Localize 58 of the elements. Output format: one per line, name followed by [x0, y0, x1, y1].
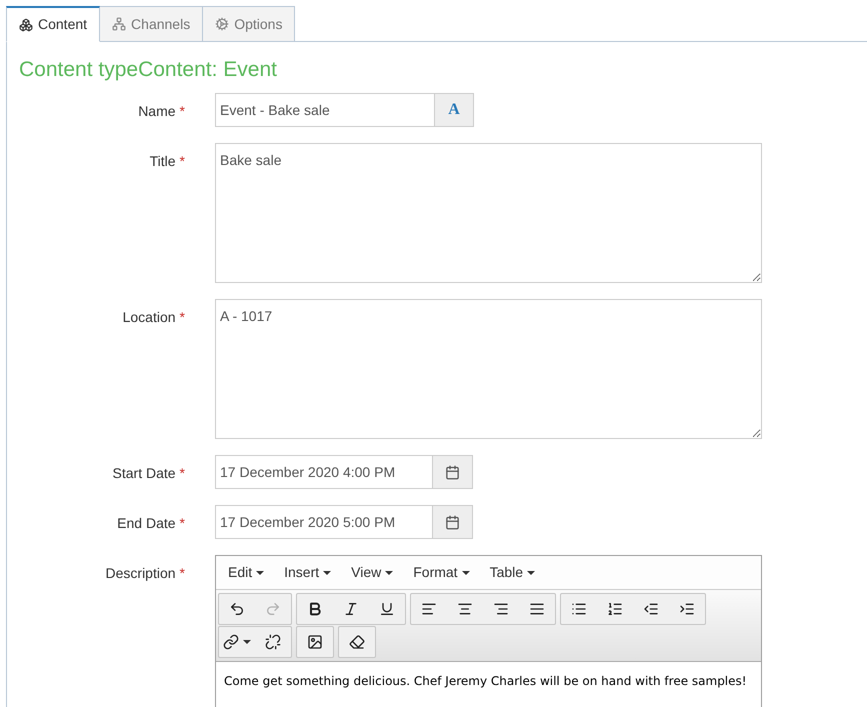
redo-icon	[265, 601, 281, 617]
calendar-button[interactable]	[433, 505, 473, 539]
date-input[interactable]: 17 December 2020 4:00 PM	[215, 455, 433, 489]
page-heading: Content typeContent: Event	[18, 57, 278, 83]
menu-button[interactable]: View	[343, 562, 402, 583]
italic-icon	[343, 601, 359, 617]
tab[interactable]: Content	[6, 6, 100, 42]
required-mark: *	[180, 153, 185, 169]
required-mark: *	[180, 103, 185, 119]
field-label: Title	[150, 153, 176, 169]
tab[interactable]: Options	[203, 6, 296, 42]
menu-button[interactable]: Format	[405, 562, 478, 583]
caret-icon	[462, 570, 470, 574]
align-right-icon	[493, 601, 509, 617]
field-label: End Date	[117, 515, 176, 531]
undo-icon	[229, 601, 245, 617]
bullet-list-icon	[571, 601, 587, 617]
text-area[interactable]: A - 1017	[215, 299, 762, 439]
indent-icon	[679, 601, 695, 617]
menu-button[interactable]: Insert	[276, 562, 340, 583]
field-label: Name	[138, 103, 176, 119]
gears-icon	[215, 17, 230, 31]
menu-button[interactable]: Edit	[220, 562, 272, 583]
menu-button[interactable]: Table	[482, 562, 544, 583]
unlink-icon	[265, 634, 281, 650]
field-label: Description	[106, 565, 176, 581]
image-icon	[307, 634, 323, 650]
required-mark: *	[180, 465, 185, 481]
calendar-icon	[445, 464, 460, 480]
outdent-icon	[643, 601, 659, 617]
required-mark: *	[180, 309, 185, 325]
calendar-icon	[445, 514, 460, 530]
align-left-icon	[421, 601, 437, 617]
underline-icon	[379, 601, 395, 617]
align-center-icon	[457, 601, 473, 617]
calendar-button[interactable]	[433, 455, 473, 489]
required-mark: *	[180, 565, 185, 581]
caret-icon	[323, 570, 332, 574]
text-area[interactable]: Bake sale	[215, 143, 762, 283]
bold-icon	[307, 601, 323, 617]
link-icon	[223, 634, 239, 650]
date-input[interactable]: 17 December 2020 5:00 PM	[215, 505, 433, 539]
numbered-list-icon	[607, 601, 623, 617]
field-label: Location	[122, 309, 176, 325]
justify-icon	[529, 601, 545, 617]
tab[interactable]: Channels	[100, 6, 204, 42]
eraser-icon	[349, 634, 365, 650]
caret-icon	[527, 570, 536, 574]
caret-icon	[256, 570, 264, 574]
required-mark: *	[180, 515, 185, 531]
editor-text: Come get something delicious. Chef Jeremy Charles will be on hand with free samples!	[223, 673, 748, 690]
font-button[interactable]: A	[435, 93, 474, 127]
caret-icon	[243, 640, 251, 644]
name-input[interactable]: Event - Bake sale	[215, 93, 435, 127]
sitemap-icon	[112, 17, 126, 31]
caret-icon	[385, 570, 394, 574]
cubes-icon	[19, 18, 33, 32]
field-label: Start Date	[112, 465, 176, 481]
